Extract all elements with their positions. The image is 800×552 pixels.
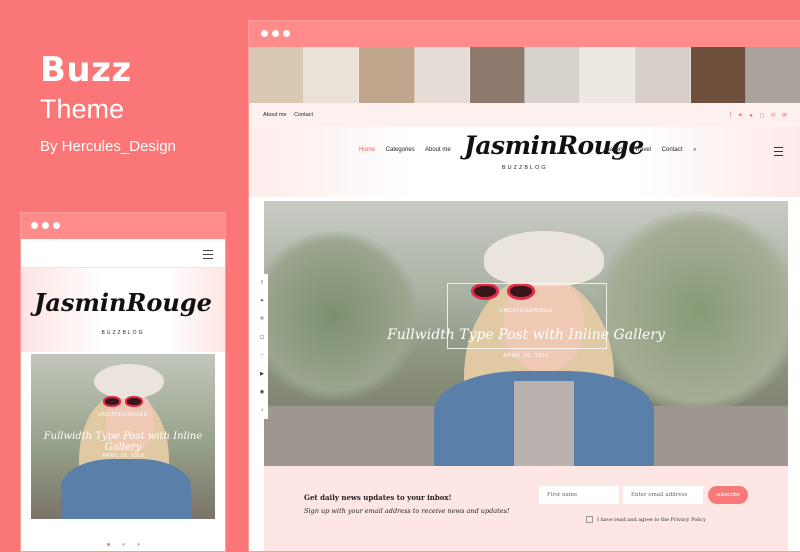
hero-title[interactable]: Fullwidth Type Post with Inline Gallery bbox=[264, 327, 788, 343]
hamburger-menu-icon[interactable] bbox=[203, 250, 213, 259]
gallery-thumb[interactable] bbox=[580, 47, 636, 103]
instagram-icon[interactable]: ◻ bbox=[760, 113, 765, 119]
instagram-strip bbox=[249, 47, 800, 103]
top-bar: About me Contact f ✦ ● ◻ ℗ ✉ bbox=[249, 103, 800, 127]
window-dot-icon bbox=[42, 222, 49, 229]
slider-dot[interactable] bbox=[121, 543, 125, 546]
sunglasses-graphic bbox=[103, 396, 143, 408]
social-links: f ✦ ● ◻ ℗ ✉ bbox=[725, 112, 787, 119]
gallery-thumb[interactable] bbox=[690, 47, 746, 103]
brand-author: By Hercules_Design bbox=[40, 138, 176, 155]
gallery-thumb[interactable] bbox=[359, 47, 415, 103]
main-menu-right: Gallery Travel Contact ⌕ bbox=[605, 147, 705, 154]
facebook-icon[interactable]: f bbox=[261, 280, 262, 286]
brand-name: Buzz bbox=[40, 50, 132, 90]
pinterest-icon[interactable]: ℗ bbox=[771, 113, 775, 119]
menu-item-travel[interactable]: Travel bbox=[635, 147, 651, 153]
menu-item-gallery[interactable]: Gallery bbox=[605, 147, 624, 153]
mobile-header bbox=[21, 239, 225, 268]
checkbox-icon[interactable] bbox=[586, 516, 593, 523]
heart-icon[interactable]: ♡ bbox=[260, 353, 264, 359]
facebook-icon[interactable]: f bbox=[730, 113, 732, 119]
newsletter-subtext: Sign up with your email address to recei… bbox=[304, 507, 510, 515]
window-dot-icon bbox=[283, 30, 290, 37]
site-logo[interactable]: JasminRouge bbox=[464, 131, 644, 160]
search-icon[interactable]: ⌕ bbox=[693, 147, 696, 153]
rss-icon[interactable]: ◉ bbox=[260, 389, 264, 395]
share-sidebar: f ✦ ℗ ◻ ♡ ▶ ◉ ♪ bbox=[256, 274, 268, 419]
pinterest-icon[interactable]: ℗ bbox=[260, 316, 264, 322]
slider-pagination bbox=[21, 533, 225, 551]
top-links: About me Contact bbox=[263, 112, 319, 118]
top-link-about[interactable]: About me bbox=[263, 112, 287, 118]
gallery-thumb[interactable] bbox=[525, 47, 581, 103]
privacy-checkbox-row[interactable]: I have read and agree to the Privacy Pol… bbox=[586, 516, 706, 523]
slider-dot[interactable] bbox=[106, 543, 110, 546]
email-icon[interactable]: ✉ bbox=[782, 113, 787, 119]
hero-category[interactable]: UNCATEGORIZED bbox=[264, 308, 788, 314]
instagram-icon[interactable]: ◻ bbox=[260, 334, 264, 340]
gallery-thumb[interactable] bbox=[469, 47, 526, 103]
window-dot-icon bbox=[31, 222, 38, 229]
top-link-contact[interactable]: Contact bbox=[294, 112, 313, 118]
site-logo[interactable]: JasminRouge bbox=[21, 288, 225, 317]
twitter-icon[interactable]: ✦ bbox=[738, 113, 743, 119]
site-logo-subtitle: BUZZBLOG bbox=[101, 330, 145, 336]
mobile-logo-area: JasminRouge BUZZBLOG bbox=[21, 268, 225, 352]
hero-title[interactable]: Fullwidth Type Post with Inline Gallery bbox=[31, 431, 215, 453]
hamburger-menu-icon[interactable] bbox=[774, 147, 783, 156]
newsletter-heading: Get daily news updates to your inbox! bbox=[304, 493, 452, 502]
window-titlebar bbox=[249, 21, 800, 47]
menu-item-categories[interactable]: Categories bbox=[386, 147, 415, 153]
menu-item-home[interactable]: Home bbox=[359, 147, 375, 153]
hero-date: APRIL 26, 2019 bbox=[503, 353, 549, 359]
hero-tree-left bbox=[264, 231, 424, 401]
subscribe-button[interactable]: subscribe bbox=[708, 486, 748, 504]
window-dot-icon bbox=[53, 222, 60, 229]
gallery-thumb[interactable] bbox=[304, 47, 360, 103]
privacy-label: I have read and agree to the Privacy Pol… bbox=[597, 517, 707, 523]
menu-item-contact[interactable]: Contact bbox=[662, 147, 683, 153]
tiktok-icon[interactable]: ♪ bbox=[261, 407, 264, 413]
gallery-thumb[interactable] bbox=[249, 47, 305, 103]
twitter-icon[interactable]: ✦ bbox=[260, 298, 264, 304]
flickr-icon[interactable]: ● bbox=[749, 113, 753, 119]
newsletter-section: Get daily news updates to your inbox! Si… bbox=[264, 466, 788, 551]
main-menu-left: Home Categories About me bbox=[359, 147, 460, 153]
menu-item-about[interactable]: About me bbox=[425, 147, 451, 153]
slider-dot[interactable] bbox=[136, 543, 140, 546]
first-name-input[interactable]: First name bbox=[539, 486, 619, 504]
email-input[interactable]: Enter email address bbox=[623, 486, 703, 504]
window-dot-icon bbox=[272, 30, 279, 37]
gallery-thumb[interactable] bbox=[635, 47, 691, 103]
site-logo-subtitle: BUZZBLOG bbox=[502, 165, 548, 171]
hero-category[interactable]: UNCATEGORIZED bbox=[31, 412, 215, 418]
site-header: Home Categories About me JasminRouge BUZ… bbox=[249, 127, 800, 197]
youtube-icon[interactable]: ▶ bbox=[260, 371, 264, 377]
mobile-preview-window: JasminRouge BUZZBLOG UNCATEGORIZED Fullw… bbox=[20, 212, 226, 552]
window-dot-icon bbox=[261, 30, 268, 37]
desktop-preview-window: About me Contact f ✦ ● ◻ ℗ ✉ Home Catego… bbox=[248, 20, 800, 552]
gallery-thumb[interactable] bbox=[745, 47, 800, 103]
hero-date: APRIL 26, 2019 bbox=[101, 453, 145, 459]
gallery-thumb[interactable] bbox=[414, 47, 470, 103]
brand-block: Buzz Theme By Hercules_Design bbox=[40, 52, 176, 155]
window-titlebar bbox=[21, 213, 225, 239]
brand-subtitle: Theme bbox=[40, 94, 125, 124]
